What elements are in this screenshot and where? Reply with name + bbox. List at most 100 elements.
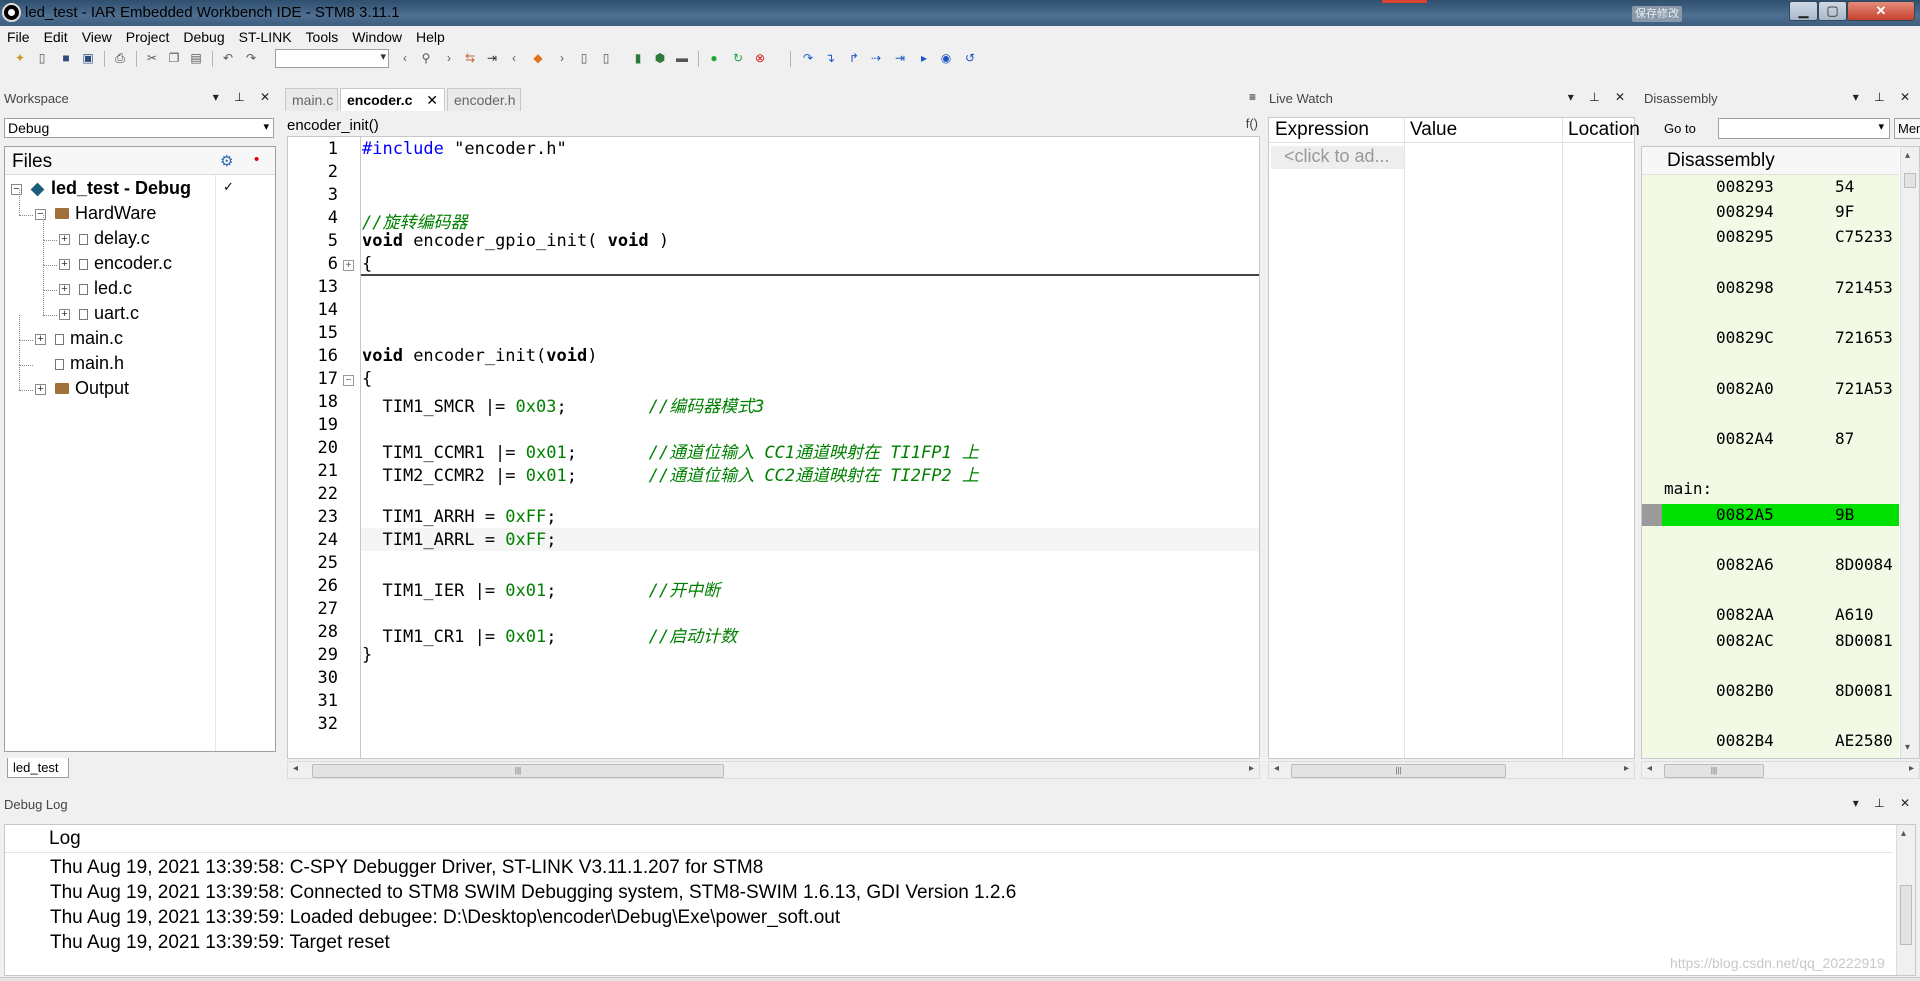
tree-item-led-c[interactable]: + led.c	[5, 265, 273, 302]
goto-line-icon[interactable]: ⇥	[484, 50, 500, 66]
tree-item-uart-c[interactable]: + uart.c	[5, 290, 273, 327]
disassembly-vertical-scrollbar[interactable]: ▴ ▾	[1900, 147, 1919, 758]
tab-encoder-c[interactable]: encoder.c ✕	[340, 88, 445, 111]
scroll-right-icon[interactable]: ▸	[1624, 763, 1629, 774]
redo-icon[interactable]: ↷	[243, 50, 259, 66]
navigate-back-icon[interactable]: ‹	[506, 50, 522, 66]
print-icon[interactable]: ⎙	[112, 50, 128, 66]
maximize-button[interactable]: ▢	[1818, 1, 1847, 21]
live-watch-panel-buttons[interactable]: ▾ ⊥ ✕	[1568, 90, 1631, 104]
gear-icon[interactable]: ⚙	[220, 152, 233, 170]
tab-encoder-h[interactable]: encoder.h	[447, 88, 521, 111]
step-into-icon[interactable]: ↴	[822, 50, 838, 66]
workspace-panel-buttons[interactable]: ▾ ⊥ ✕	[213, 90, 276, 104]
add-expression-placeholder[interactable]: <click to ad...	[1271, 146, 1404, 169]
disassembly-row[interactable]: 00829C 721653	[1642, 327, 1899, 349]
menu-window[interactable]: Window	[345, 26, 409, 45]
save-icon[interactable]: ■	[58, 50, 74, 66]
close-tab-icon[interactable]: ✕	[426, 92, 438, 109]
column-expression[interactable]: Expression	[1275, 119, 1369, 141]
column-value[interactable]: Value	[1410, 119, 1457, 141]
tree-item-led-test-debug[interactable]: − led_test - Debug ✓	[5, 178, 273, 202]
scroll-left-icon[interactable]: ◂	[293, 763, 298, 774]
tree-item-hardware[interactable]: − HardWare	[5, 190, 273, 227]
break-icon[interactable]: ◉	[938, 50, 954, 66]
find-combo[interactable]	[275, 49, 389, 68]
expand-fold-icon[interactable]: +	[343, 260, 354, 271]
disassembly-row[interactable]: 008294 9F	[1642, 201, 1899, 223]
disassembly-row[interactable]: 0082AA A610	[1642, 604, 1899, 626]
replace-icon[interactable]: ⇆	[462, 50, 478, 66]
disassembly-row[interactable]: 008298 721453	[1642, 277, 1899, 299]
expand-icon[interactable]: +	[59, 259, 70, 270]
tree-item-encoder-c[interactable]: + encoder.c	[5, 240, 273, 277]
debug-log-view[interactable]: Log Thu Aug 19, 2021 13:39:58: C-SPY Deb…	[4, 824, 1916, 976]
download-debug-icon[interactable]: ●	[706, 50, 722, 66]
scroll-up-icon[interactable]: ▴	[1905, 150, 1910, 161]
menu-file[interactable]: File	[0, 26, 37, 45]
expand-icon[interactable]: +	[59, 284, 70, 295]
menu-debug[interactable]: Debug	[176, 26, 231, 45]
scrollbar-thumb[interactable]: |||	[1291, 764, 1506, 778]
menu-help[interactable]: Help	[409, 26, 452, 45]
scroll-left-icon[interactable]: ◂	[1274, 763, 1279, 774]
scrollbar-thumb[interactable]: |||	[1664, 764, 1764, 778]
debug-without-download-icon[interactable]: ↻	[730, 50, 746, 66]
function-list-icon[interactable]: f()	[1246, 116, 1258, 131]
tab-list-icon[interactable]: ≡	[1249, 90, 1256, 104]
collapse-fold-icon[interactable]: −	[343, 375, 354, 386]
column-location[interactable]: Location	[1568, 119, 1640, 141]
find-icon[interactable]: ⚲	[418, 50, 434, 66]
live-watch-horizontal-scrollbar[interactable]: ◂ ||| ▸	[1268, 761, 1635, 779]
build-configuration-select[interactable]: Debug ▾	[4, 118, 274, 138]
next-statement-icon[interactable]: ⇢	[868, 50, 884, 66]
disassembly-row[interactable]: 0082A0 721A53	[1642, 378, 1899, 400]
paste-icon[interactable]: ▤	[188, 50, 204, 66]
scroll-right-icon[interactable]: ▸	[1249, 763, 1254, 774]
disassembly-panel-buttons[interactable]: ▾ ⊥ ✕	[1853, 90, 1916, 104]
disassembly-horizontal-scrollbar[interactable]: ◂ ||| ▸	[1641, 761, 1920, 779]
tree-item-delay-c[interactable]: + delay.c	[5, 215, 273, 252]
collapse-icon[interactable]: −	[35, 209, 46, 220]
disassembly-row[interactable]: 0082B0 8D0081	[1642, 680, 1899, 702]
cut-icon[interactable]: ✂	[144, 50, 160, 66]
debug-log-panel-buttons[interactable]: ▾ ⊥ ✕	[1853, 796, 1916, 810]
scrollbar-thumb[interactable]	[1900, 885, 1912, 945]
toggle-breakpoint-icon[interactable]: ◆	[530, 50, 546, 66]
menu-tools[interactable]: Tools	[299, 26, 346, 45]
scrollbar-thumb[interactable]	[1904, 173, 1916, 188]
navigate-forward-icon[interactable]: ›	[554, 50, 570, 66]
workspace-tab-led-test[interactable]: led_test	[7, 758, 69, 778]
new-file-icon[interactable]: ✦	[12, 50, 28, 66]
find-next-icon[interactable]: ›	[441, 50, 457, 66]
find-previous-icon[interactable]: ‹	[397, 50, 413, 66]
disassembly-row[interactable]: 008295 C75233	[1642, 226, 1899, 248]
tree-item-output[interactable]: + Output	[5, 365, 273, 402]
stop-debug-icon[interactable]: ⊗	[752, 50, 768, 66]
minimize-button[interactable]: ▁	[1789, 1, 1818, 21]
scroll-up-icon[interactable]: ▴	[1901, 828, 1906, 839]
current-instruction-row[interactable]: 0082A5 9B	[1642, 503, 1899, 526]
menu-view[interactable]: View	[75, 26, 119, 45]
next-bookmark-icon[interactable]: ▯	[598, 50, 614, 66]
tree-item-main-h[interactable]: main.h	[5, 340, 273, 377]
undo-icon[interactable]: ↶	[220, 50, 236, 66]
scroll-right-icon[interactable]: ▸	[1909, 763, 1914, 774]
function-navigation-bar[interactable]: encoder_init() f()	[287, 116, 1260, 136]
stop-build-icon[interactable]: ▬	[674, 50, 690, 66]
disassembly-row[interactable]: 0082A4 87	[1642, 428, 1899, 450]
scroll-left-icon[interactable]: ◂	[1647, 763, 1652, 774]
disassembly-row[interactable]: 0082AC 8D0081	[1642, 630, 1899, 652]
expand-icon[interactable]: +	[59, 234, 70, 245]
disassembly-row[interactable]: 0082A6 8D0084	[1642, 554, 1899, 576]
expand-icon[interactable]: +	[35, 334, 46, 345]
scroll-down-icon[interactable]: ▾	[1905, 742, 1910, 753]
scrollbar-thumb[interactable]: |||	[312, 764, 724, 778]
menu-edit[interactable]: Edit	[37, 26, 75, 45]
close-window-button[interactable]: ✕	[1847, 1, 1915, 21]
tab-main-c[interactable]: main.c	[285, 88, 338, 111]
open-file-icon[interactable]: ▯	[34, 50, 50, 66]
debug-log-vertical-scrollbar[interactable]: ▴	[1896, 825, 1915, 975]
bookmark-icon[interactable]: ▯	[576, 50, 592, 66]
save-all-icon[interactable]: ▣	[80, 50, 96, 66]
